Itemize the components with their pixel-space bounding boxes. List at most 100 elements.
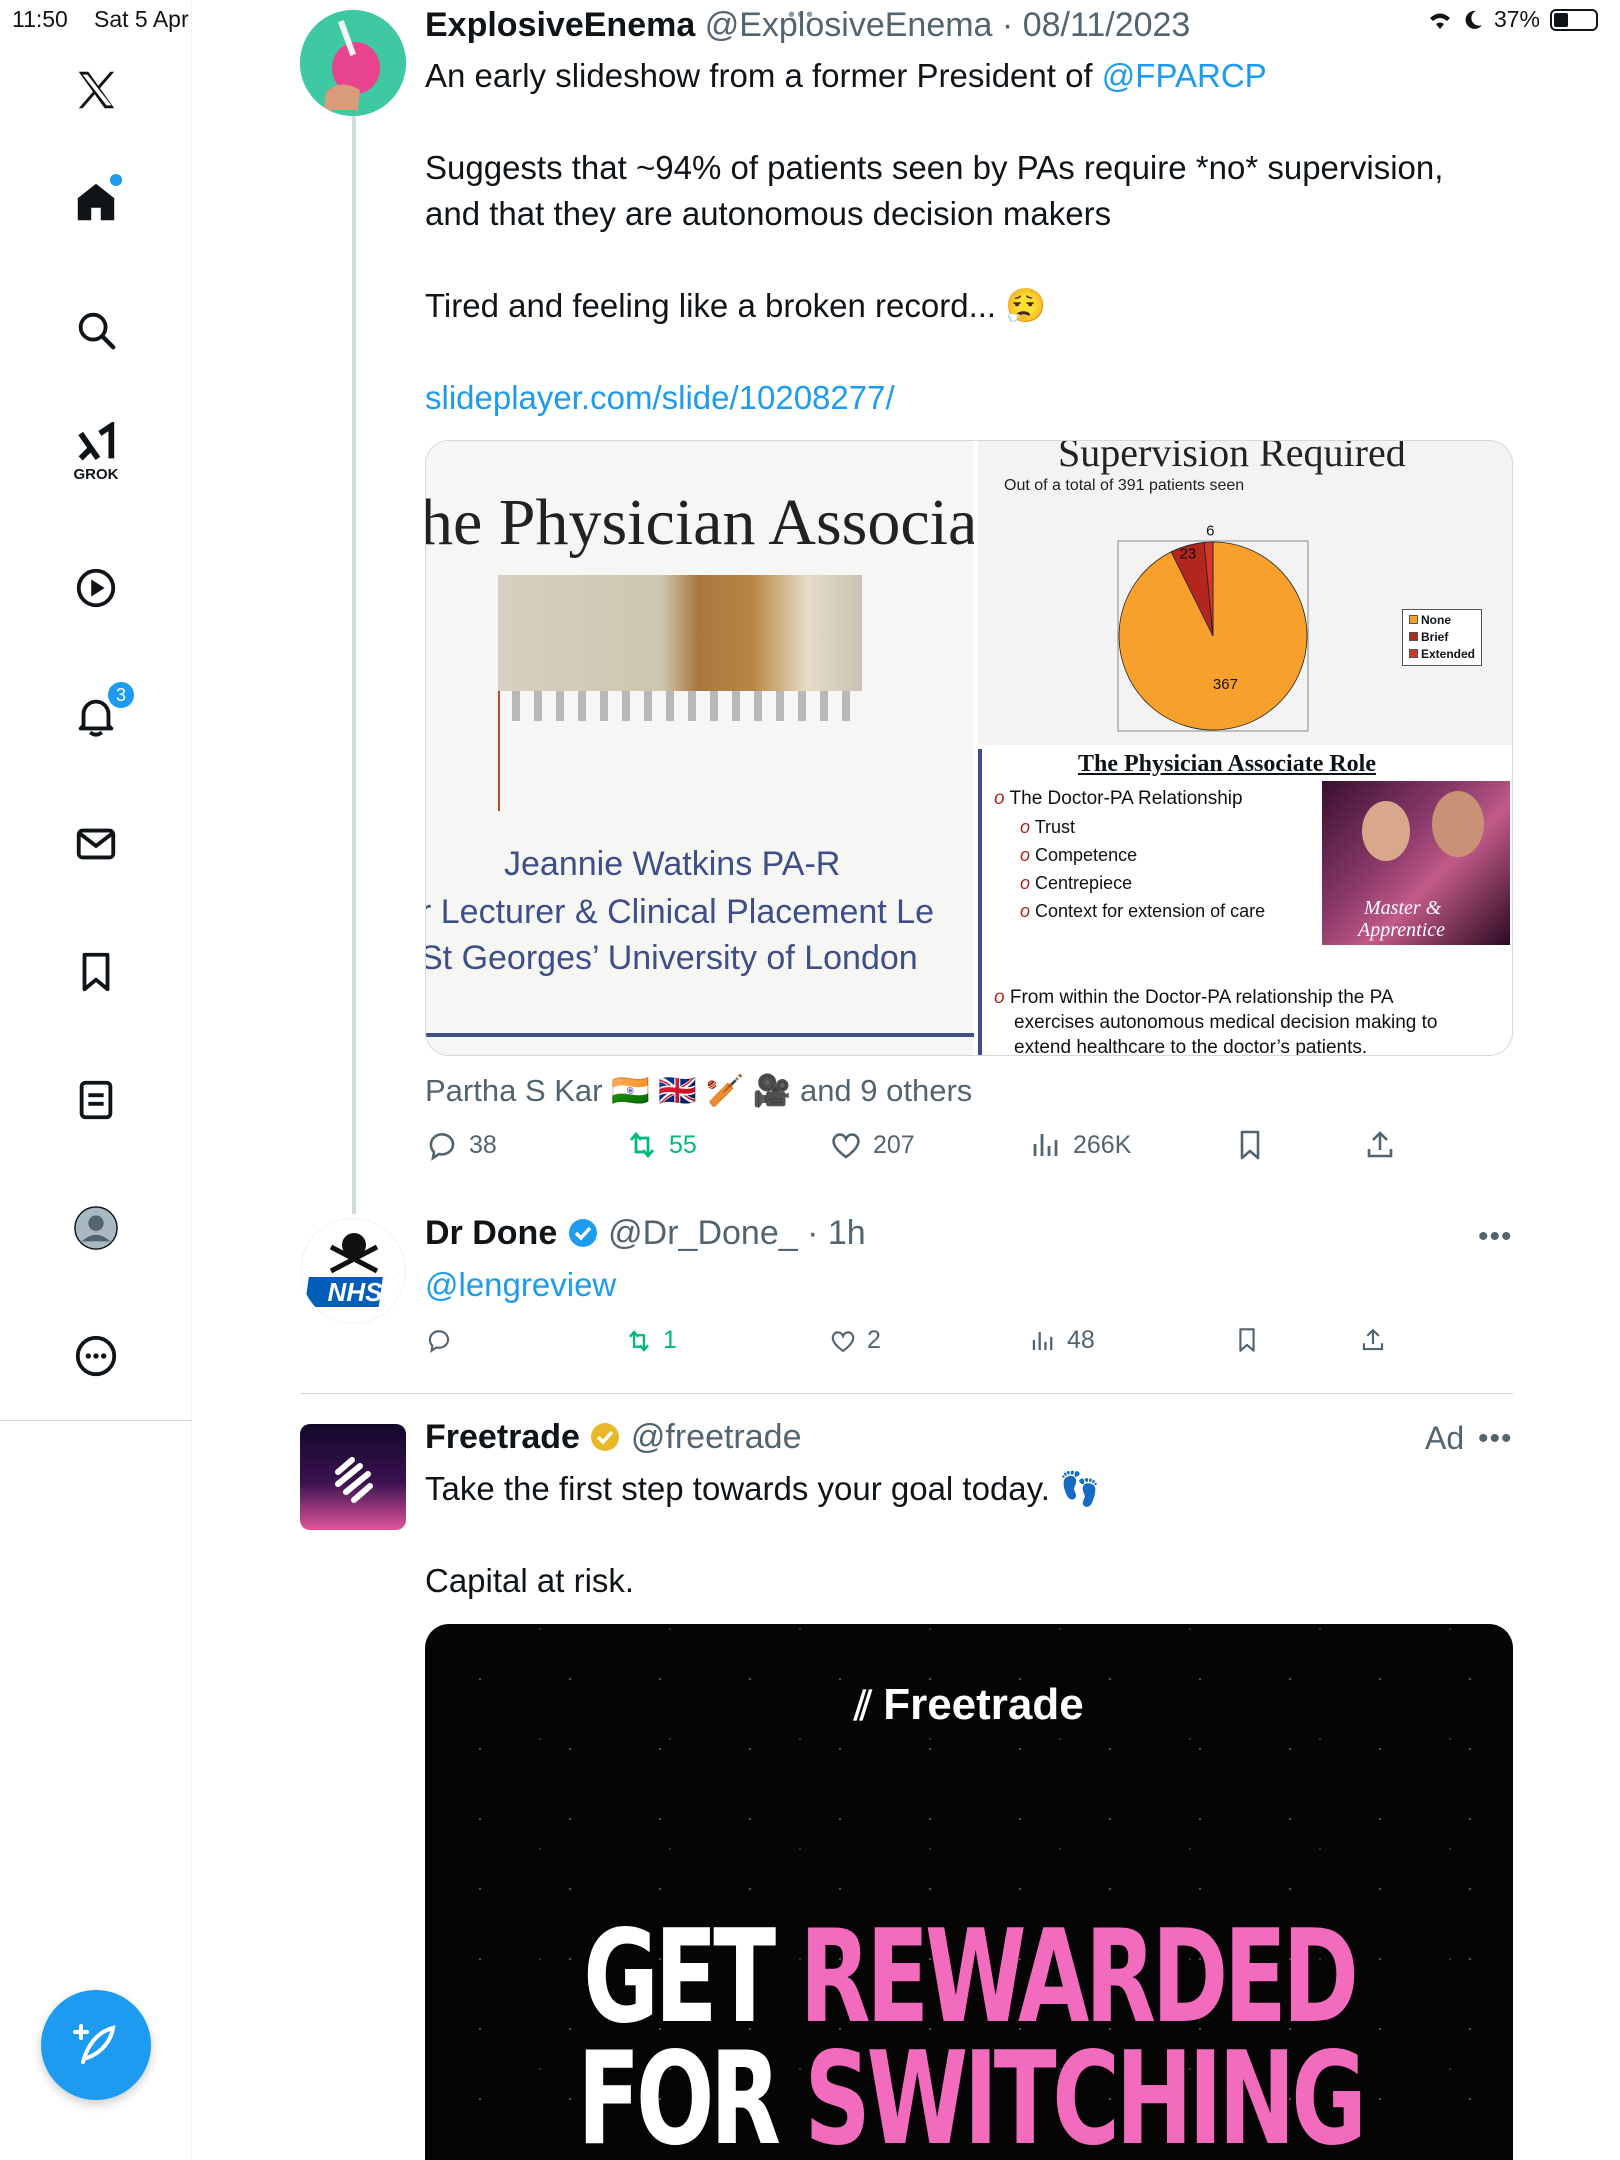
pie-label-brief: 23 — [1179, 546, 1196, 563]
tweet2-more-icon[interactable]: ••• — [1478, 1220, 1513, 1254]
legend-item-extended: Extended — [1409, 646, 1475, 663]
freetrade-avatar[interactable] — [300, 1424, 406, 1530]
home-unread-dot — [110, 174, 122, 186]
tweet2-author-name[interactable]: Dr Done — [425, 1214, 557, 1252]
tweet1-bookmark-button[interactable] — [1233, 1128, 1267, 1162]
compose-feather-icon — [73, 2024, 116, 2064]
tweet1-header: ExplosiveEnema @ExplosiveEnema · 08/11/2… — [425, 6, 1190, 45]
slide3-title: The Physician Associate Role — [1078, 751, 1376, 777]
battery-percent: 37% — [1493, 6, 1540, 32]
tweet1-reply-button[interactable]: 38 — [425, 1128, 497, 1162]
ad-video-headline-2: FOR SWITCHING — [577, 2025, 1367, 2160]
bookmark-icon — [1240, 1130, 1260, 1160]
tweet3-author-name[interactable]: Freetrade — [425, 1418, 580, 1456]
tweet1-handle[interactable]: @ExplosiveEnema — [705, 6, 993, 44]
tweet1-media-grid[interactable]: he Physician Associa Jeannie Watkins PA-… — [425, 440, 1513, 1056]
reply-icon — [428, 1330, 450, 1353]
dr-done-avatar[interactable]: NHS — [300, 1218, 406, 1324]
pie-label-extended: 6 — [1206, 522, 1214, 539]
tweet2-repost-button[interactable]: 1 — [625, 1326, 677, 1355]
slide1-title: he Physician Associa — [426, 486, 974, 559]
tweet2-repost-count: 1 — [663, 1326, 677, 1354]
freetrade-logo-icon — [335, 1457, 373, 1503]
lengreview-mention-link[interactable]: @lengreview — [425, 1266, 616, 1303]
sidebar: GROK 3 — [0, 0, 192, 2160]
slide3-bullets: o The Doctor-PA Relationship o Trust o C… — [994, 788, 1266, 921]
slide3-bullet2: o From within the Doctor-PA relationship… — [994, 987, 1438, 1056]
slide1-role: r Lecturer & Clinical Placement Le — [426, 893, 935, 931]
tweet2-body: @lengreview — [425, 1262, 616, 1308]
tweet1-line4: Tired and feeling like a broken record..… — [425, 287, 1047, 324]
tweet2-time[interactable]: 1h — [828, 1214, 866, 1252]
sidebar-divider — [0, 1420, 192, 1421]
slide3-poster: Master & Apprentice — [1322, 781, 1510, 945]
thread-connector-line — [352, 116, 356, 1214]
legend-item-none: None — [1409, 612, 1475, 629]
profile-avatar-icon[interactable] — [66, 1198, 126, 1258]
tweet1-like-button[interactable]: 207 — [829, 1128, 915, 1162]
status-indicators: 37% — [1426, 6, 1598, 33]
slide1-photo-torn-edge — [498, 691, 862, 721]
tweet1-date[interactable]: 08/11/2023 — [1023, 6, 1191, 44]
ad-label: Ad — [1425, 1420, 1465, 1456]
liked-by-others[interactable]: and 9 others — [800, 1073, 972, 1108]
tweet3-more-icon[interactable]: ••• — [1478, 1422, 1513, 1456]
wifi-icon — [1429, 13, 1450, 29]
fparcp-mention-link[interactable]: @FPARCP — [1102, 57, 1267, 94]
slide-role-image[interactable]: The Physician Associate Role o The Docto… — [978, 749, 1512, 1056]
tweet2-bookmark-button[interactable] — [1233, 1326, 1261, 1354]
views-icon — [1032, 1331, 1053, 1350]
messages-icon[interactable] — [66, 814, 126, 874]
grok-icon[interactable]: GROK — [66, 422, 126, 483]
compose-button[interactable] — [41, 1990, 151, 2100]
tweet2-views-button[interactable]: 48 — [1029, 1326, 1095, 1355]
home-icon[interactable] — [66, 172, 126, 232]
notifications-icon[interactable]: 3 — [66, 680, 136, 746]
tweet1-repost-button[interactable]: 55 — [625, 1128, 697, 1162]
battery-icon — [1550, 8, 1598, 31]
more-icon[interactable] — [66, 1326, 126, 1386]
tweet2-handle[interactable]: @Dr_Done_ — [608, 1214, 798, 1252]
tweet3-line2: Capital at risk. — [425, 1562, 635, 1599]
slide-title-image[interactable]: he Physician Associa Jeannie Watkins PA-… — [426, 441, 974, 1055]
tweet2-share-button[interactable] — [1359, 1326, 1387, 1354]
explosiveenema-avatar[interactable] — [300, 10, 406, 116]
tweet1-author-name[interactable]: ExplosiveEnema — [425, 6, 695, 44]
tweet1-actions: 38 55 207 266K — [425, 1128, 1425, 1168]
slide-pie-chart-image[interactable]: Supervision Required Out of a total of 3… — [978, 441, 1512, 745]
ad-video-player[interactable]: ⫽ Freetrade GET REWARDED FOR SWITCHING — [425, 1624, 1513, 2160]
feed-divider — [300, 1393, 1513, 1394]
share-icon — [1362, 1328, 1384, 1351]
tweet1-reply-count: 38 — [469, 1130, 497, 1159]
tweet2-like-button[interactable]: 2 — [829, 1326, 881, 1355]
verified-badge-icon — [568, 1219, 597, 1247]
share-icon — [1367, 1131, 1393, 1158]
views-icon — [1033, 1134, 1058, 1156]
tweet2-reply-button[interactable] — [425, 1326, 453, 1354]
poster-caption-1: Master & — [1364, 897, 1442, 919]
x-logo-icon[interactable] — [66, 60, 126, 120]
slideplayer-link[interactable]: slideplayer.com/slide/10208277/ — [425, 375, 1515, 421]
tweet2-separator: · — [807, 1214, 819, 1252]
tweet1-like-count: 207 — [873, 1130, 915, 1159]
tweet3-header: Freetrade @freetrade — [425, 1418, 801, 1457]
video-icon[interactable] — [66, 558, 126, 618]
tweet3-body: Take the first step towards your goal to… — [425, 1466, 1100, 1604]
bookmarks-icon[interactable] — [66, 942, 126, 1002]
grok-label: GROK — [73, 466, 119, 483]
poster-caption-2: Apprentice — [1358, 919, 1446, 941]
lists-icon[interactable] — [66, 1070, 126, 1130]
tweet2-header: Dr Done @Dr_Done_ · 1h — [425, 1214, 866, 1253]
ad-video-headline-1: GET REWARDED — [583, 1903, 1359, 2052]
tweet1-views-button[interactable]: 266K — [1029, 1128, 1131, 1162]
tweet2-like-count: 2 — [867, 1326, 881, 1354]
slide1-vertical-rule — [498, 691, 500, 811]
tweet2-views-count: 48 — [1067, 1326, 1095, 1354]
liked-by-user[interactable]: Partha S Kar 🇮🇳 🇬🇧 🏏 🎥 — [425, 1073, 791, 1108]
like-icon — [832, 1133, 860, 1159]
tweet3-handle[interactable]: @freetrade — [631, 1418, 802, 1456]
search-icon[interactable] — [66, 300, 126, 360]
tweet1-share-button[interactable] — [1363, 1128, 1397, 1162]
tweet1-line2: Suggests that ~94% of patients seen by P… — [425, 149, 1444, 186]
liked-by-line[interactable]: Partha S Kar 🇮🇳 🇬🇧 🏏 🎥 and 9 others — [425, 1072, 972, 1109]
